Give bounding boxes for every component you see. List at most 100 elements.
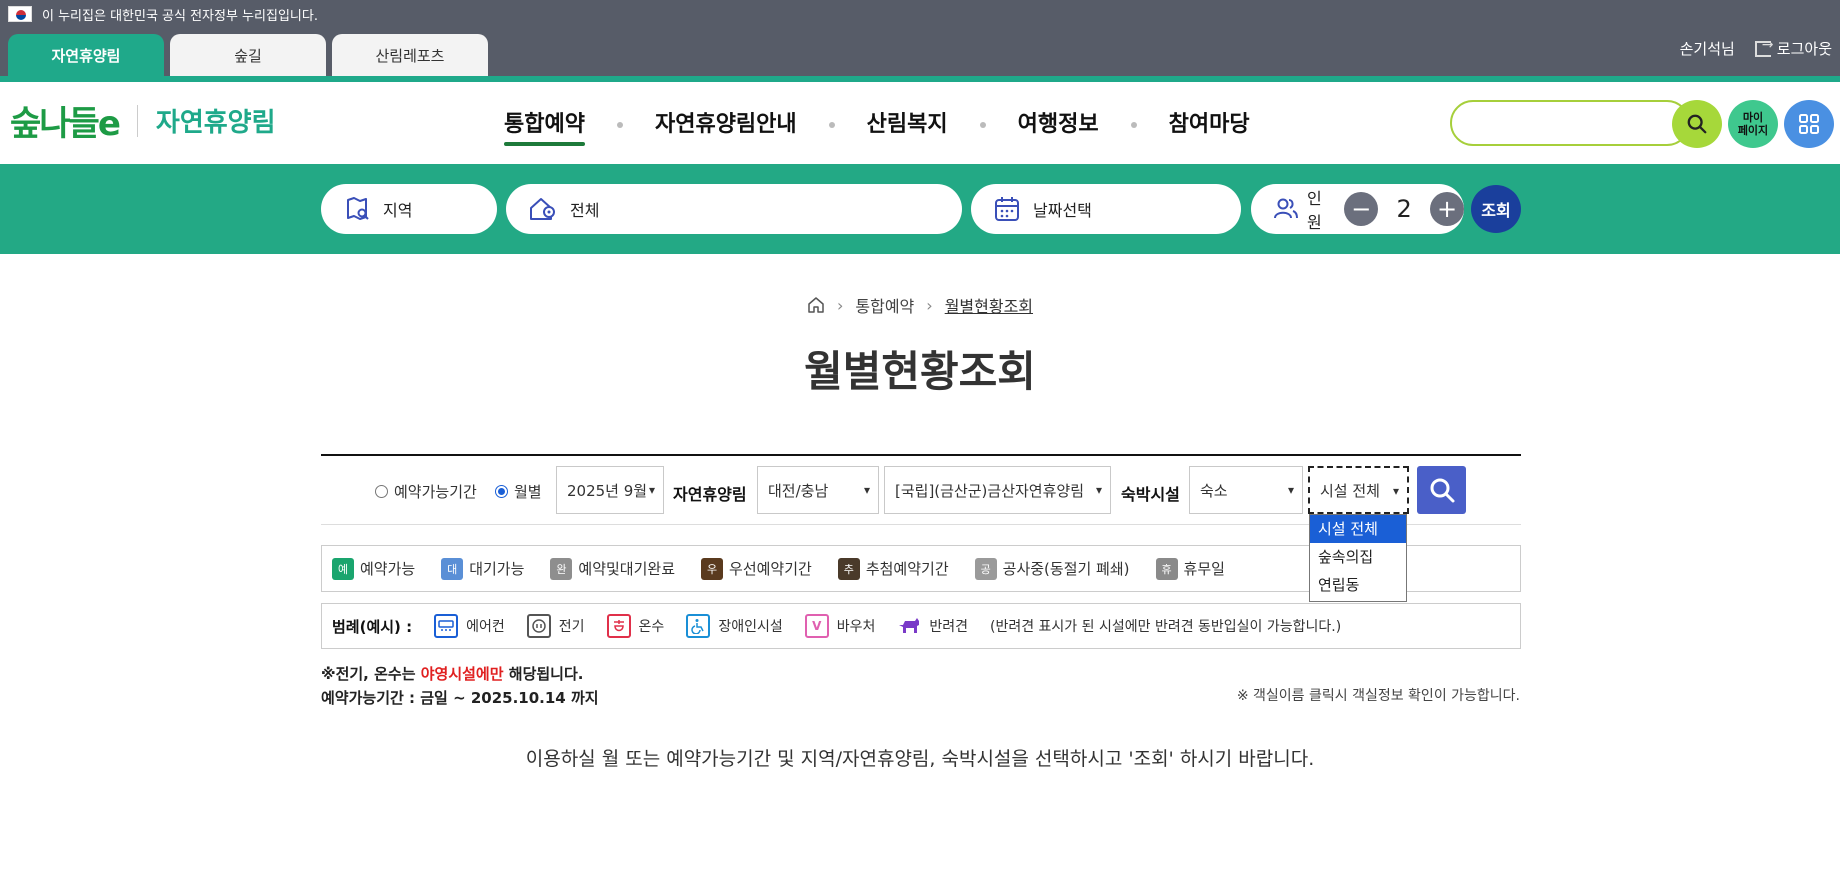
map-icon (347, 197, 369, 220)
status-badge: 공 (974, 557, 997, 580)
region-select[interactable]: 지역 (321, 184, 497, 234)
radio-circle-checked (495, 485, 508, 498)
people-decrease-button[interactable]: − (1344, 192, 1379, 226)
nav-separator (1130, 122, 1137, 128)
nav-forest-guide[interactable]: 자연휴양림안내 (655, 106, 797, 144)
amenity-legend: 범례(예시) : 에어컨 전기 온수 장애인시설 V 바우처 반려견 (반려견 … (321, 603, 1521, 649)
people-label: 인원 (1307, 189, 1322, 232)
logout-button[interactable]: 로그아웃 (1754, 37, 1832, 59)
people-selector: 인원 − 2 + (1251, 184, 1465, 234)
legend-label: 에어컨 (466, 619, 505, 635)
legend-pet: 반려견 (897, 614, 968, 638)
facility-option-all[interactable]: 시설 전체 (1310, 515, 1406, 543)
nav-forest-welfare[interactable]: 산림복지 (867, 106, 948, 144)
radio-month-label: 월별 (514, 483, 542, 501)
forest-label: 전체 (570, 201, 600, 220)
guide-text: 이용하실 월 또는 예약가능기간 및 지역/자연휴양림, 숙박시설을 선택하시고… (525, 748, 1315, 770)
wheelchair-icon (686, 614, 711, 638)
chevron-down-icon: ▾ (863, 483, 870, 497)
site-tab-recreation-forest[interactable]: 자연휴양림 (8, 34, 164, 76)
status-lottery: 추 추첨예약기간 (837, 557, 949, 580)
region-filter-value: 대전/충남 (768, 481, 829, 500)
nav-community[interactable]: 참여마당 (1169, 106, 1250, 144)
all-menu-button[interactable] (1784, 100, 1834, 148)
lodging-filter-label: 숙박시설 (1121, 485, 1180, 504)
reservation-period-note: 예약가능기간 : 금일 ~ 2025.10.14 까지 (321, 689, 599, 707)
header-search-button[interactable] (1672, 100, 1722, 148)
note-highlight: 야영시설에만 (420, 665, 504, 683)
breadcrumb: › 통합예약 › 월별현황조회 (0, 293, 1840, 317)
forest-filter-select[interactable]: [국립](금산군)금산자연휴양림 ▾ (884, 466, 1111, 514)
status-label: 공사중(동절기 폐쇄) (1002, 560, 1130, 578)
breadcrumb-item-current[interactable]: 월별현황조회 (945, 293, 1033, 317)
dog-icon (897, 614, 921, 638)
date-label: 날짜선택 (1033, 201, 1092, 220)
lodging-type-value: 숙소 (1200, 481, 1228, 500)
site-logo[interactable]: 숲나들e 자연휴양림 (10, 96, 276, 145)
people-increase-button[interactable]: + (1430, 192, 1465, 226)
calendar-icon (995, 197, 1019, 221)
page-title: 월별현황조회 (804, 347, 1036, 396)
home-icon[interactable] (807, 296, 825, 314)
nav-separator (828, 122, 835, 128)
nav-integrated-reservation[interactable]: 통합예약 (504, 106, 585, 146)
legend-label: 반려견 (929, 619, 968, 635)
status-label: 추첨예약기간 (865, 560, 949, 578)
chevron-down-icon: ▾ (1392, 484, 1399, 498)
status-badge: 완 (550, 557, 573, 580)
status-priority: 우 우선예약기간 (701, 557, 812, 580)
forest-select[interactable]: 전체 (506, 184, 962, 234)
facility-option-row-house[interactable]: 연립동 (1310, 571, 1406, 599)
room-info-note: ※ 객실이름 클릭시 객실정보 확인이 가능합니다. (1236, 688, 1520, 704)
main-header: 숲나들e 자연휴양림 통합예약 자연휴양림안내 산림복지 여행정보 참여마당 마… (0, 82, 1840, 164)
facility-select[interactable]: 시설 전체 ▾ (1308, 466, 1409, 514)
lodging-type-select[interactable]: 숙소 ▾ (1189, 466, 1303, 514)
site-tabs: 자연휴양림 숲길 산림레포츠 (8, 34, 488, 76)
legend-air-conditioner: 에어컨 (434, 614, 505, 638)
status-label: 휴무일 (1183, 560, 1225, 578)
month-select-value: 2025년 9월 (567, 481, 648, 500)
legend-electric: 전기 (526, 614, 585, 638)
electric-plug-icon (526, 614, 551, 638)
status-badge: 예 (332, 557, 354, 580)
reservation-query-button[interactable]: 조회 (1471, 185, 1521, 233)
filter-search-button[interactable] (1417, 466, 1466, 514)
facility-dropdown-list: 시설 전체 숲속의집 연립동 (1309, 514, 1407, 602)
site-tab-forest-trail[interactable]: 숲길 (170, 34, 326, 76)
legend-label: 온수 (638, 619, 665, 635)
legend-hot-water: 온수 (606, 614, 665, 638)
status-label: 예약가능 (360, 560, 416, 578)
amenity-legend-title: 범례(예시) : (332, 617, 413, 636)
region-label: 지역 (383, 201, 413, 220)
nav-travel-info[interactable]: 여행정보 (1018, 106, 1099, 144)
legend-label: 바우처 (836, 619, 876, 635)
month-select[interactable]: 2025년 9월 ▾ (556, 466, 664, 514)
air-conditioner-icon (434, 614, 459, 638)
hot-water-icon (606, 614, 631, 638)
facility-note: ※전기, 온수는 야영시설에만 해당됩니다. (321, 663, 583, 684)
status-label: 우선예약기간 (729, 560, 812, 578)
status-complete: 완 예약및대기완료 (550, 557, 675, 580)
header-search-input[interactable] (1468, 102, 1648, 142)
breadcrumb-item-reservation[interactable]: 통합예약 (855, 293, 914, 317)
logout-label: 로그아웃 (1776, 40, 1832, 58)
chevron-right-icon: › (926, 295, 933, 315)
radio-monthly[interactable]: 월별 (495, 481, 542, 502)
status-badge: 추 (837, 557, 860, 580)
radio-reservation-period[interactable]: 예약가능기간 (375, 481, 477, 502)
facility-option-forest-house[interactable]: 숲속의집 (1310, 543, 1406, 571)
voucher-icon: V (804, 614, 829, 638)
chevron-right-icon: › (836, 295, 844, 315)
logo-divider (136, 104, 138, 137)
status-available: 예 예약가능 (332, 557, 416, 580)
radio-circle (375, 485, 388, 498)
people-count: 2 (1396, 195, 1412, 223)
region-filter-select[interactable]: 대전/충남 ▾ (757, 466, 879, 514)
filter-top-border (321, 454, 1521, 456)
status-label: 대기가능 (469, 560, 525, 578)
mypage-button[interactable]: 마이 페이지 (1728, 100, 1778, 148)
site-tab-forest-sports[interactable]: 산림레포츠 (332, 34, 488, 76)
chevron-down-icon: ▾ (1287, 483, 1294, 497)
chevron-down-icon: ▾ (648, 483, 655, 497)
date-select[interactable]: 날짜선택 (971, 184, 1241, 234)
